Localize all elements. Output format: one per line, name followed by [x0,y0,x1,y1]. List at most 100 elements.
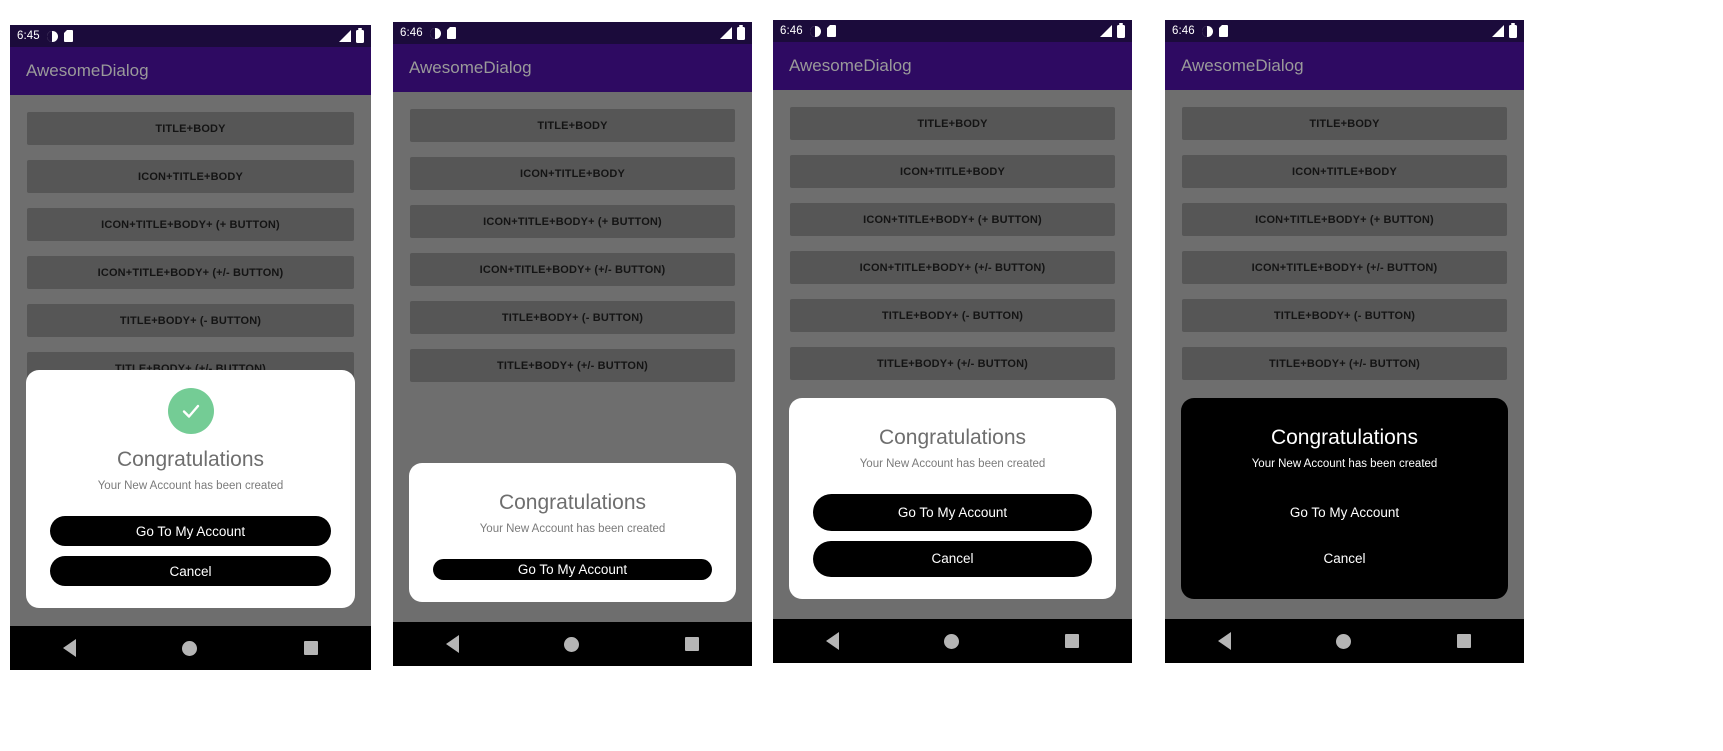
home-circle-icon[interactable] [564,636,580,652]
option-button-title-body[interactable]: TITLE+BODY [790,107,1115,140]
app-bar-2: AwesomeDialog [393,44,752,92]
nav-bar-1 [10,626,371,670]
app-bar-4: AwesomeDialog [1165,42,1524,90]
option-button-title-body[interactable]: TITLE+BODY [27,112,354,145]
screen-content-2: TITLE+BODY ICON+TITLE+BODY ICON+TITLE+BO… [393,92,752,622]
option-button-title-body[interactable]: TITLE+BODY [1182,107,1507,140]
battery-icon [1509,22,1517,38]
status-left-icons [46,30,73,42]
phone-screen-2: 6:46 AwesomeDialog TITLE+BODY ICON+TITLE… [393,22,752,666]
option-button-title-body-minus[interactable]: TITLE+BODY+ (- BUTTON) [1182,299,1507,332]
option-button-icon-title-body-plus[interactable]: ICON+TITLE+BODY+ (+ BUTTON) [410,205,735,238]
go-to-my-account-button[interactable]: Go To My Account [1205,494,1484,531]
status-right-icons [1492,22,1517,38]
app-bar-1: AwesomeDialog [10,47,371,95]
status-left-icons [809,25,836,37]
signal-icon [720,27,732,39]
option-button-icon-title-body-plus[interactable]: ICON+TITLE+BODY+ (+ BUTTON) [27,208,354,241]
status-bar-1: 6:45 [10,25,371,47]
dialog-body: Your New Account has been created [859,458,1046,470]
status-right-icons [339,27,364,43]
app-bar-3: AwesomeDialog [773,42,1132,90]
nav-bar-3 [773,619,1132,663]
status-bar-3: 6:46 [773,20,1132,42]
app-title: AwesomeDialog [26,61,149,80]
clock-icon [1201,25,1213,37]
status-time: 6:46 [400,27,423,39]
go-to-my-account-button[interactable]: Go To My Account [433,559,712,580]
recents-square-icon[interactable] [303,641,318,655]
option-button-title-body-minus[interactable]: TITLE+BODY+ (- BUTTON) [410,301,735,334]
cancel-button[interactable]: Cancel [1205,540,1484,577]
phone-screen-4: 6:46 AwesomeDialog TITLE+BODY ICON+TITLE… [1165,20,1524,663]
back-triangle-icon[interactable] [825,632,839,650]
clock-icon [429,27,441,39]
signal-icon [339,30,351,42]
home-circle-icon[interactable] [944,633,960,649]
sd-card-icon [446,27,456,39]
phone-screen-3: 6:46 AwesomeDialog TITLE+BODY ICON+TITLE… [773,20,1132,663]
option-button-icon-title-body-plusminus[interactable]: ICON+TITLE+BODY+ (+/- BUTTON) [410,253,735,286]
back-triangle-icon[interactable] [1217,632,1231,650]
battery-icon [356,27,364,43]
dialog-title: Congratulations [116,448,265,471]
option-button-icon-title-body[interactable]: ICON+TITLE+BODY [1182,155,1507,188]
app-title: AwesomeDialog [1181,56,1304,75]
back-triangle-icon[interactable] [63,639,77,657]
dialog-body: Your New Account has been created [97,480,284,492]
home-circle-icon[interactable] [1336,633,1352,649]
check-icon [167,388,214,434]
clock-icon [809,25,821,37]
dialog-title: Congratulations [498,491,647,514]
option-button-title-body-plusminus[interactable]: TITLE+BODY+ (+/- BUTTON) [410,349,735,382]
go-to-my-account-button[interactable]: Go To My Account [50,516,331,546]
awesome-dialog-3: Congratulations Your New Account has bee… [789,398,1116,599]
dialog-title: Congratulations [1270,426,1419,449]
screen-content-3: TITLE+BODY ICON+TITLE+BODY ICON+TITLE+BO… [773,90,1132,619]
option-button-icon-title-body[interactable]: ICON+TITLE+BODY [790,155,1115,188]
sd-card-icon [826,25,836,37]
battery-icon [1117,22,1125,38]
option-button-icon-title-body-plus[interactable]: ICON+TITLE+BODY+ (+ BUTTON) [1182,203,1507,236]
nav-bar-2 [393,622,752,666]
recents-square-icon[interactable] [1065,634,1080,648]
option-button-icon-title-body-plusminus[interactable]: ICON+TITLE+BODY+ (+/- BUTTON) [790,251,1115,284]
home-circle-icon[interactable] [182,640,198,656]
sd-card-icon [1218,25,1228,37]
signal-icon [1100,25,1112,37]
option-button-icon-title-body-plus[interactable]: ICON+TITLE+BODY+ (+ BUTTON) [790,203,1115,236]
screen-content-4: TITLE+BODY ICON+TITLE+BODY ICON+TITLE+BO… [1165,90,1524,619]
status-bar-4: 6:46 [1165,20,1524,42]
status-time: 6:46 [780,25,803,37]
status-time: 6:46 [1172,25,1195,37]
app-title: AwesomeDialog [409,58,532,77]
recents-square-icon[interactable] [685,637,700,651]
back-triangle-icon[interactable] [445,635,459,653]
dialog-body: Your New Account has been created [1251,458,1438,470]
option-button-title-body-minus[interactable]: TITLE+BODY+ (- BUTTON) [790,299,1115,332]
option-button-title-body[interactable]: TITLE+BODY [410,109,735,142]
dialog-title: Congratulations [878,426,1027,449]
battery-icon [737,24,745,40]
option-button-title-body-plusminus[interactable]: TITLE+BODY+ (+/- BUTTON) [1182,347,1507,380]
option-button-icon-title-body-plusminus[interactable]: ICON+TITLE+BODY+ (+/- BUTTON) [27,256,354,289]
option-button-title-body-plusminus[interactable]: TITLE+BODY+ (+/- BUTTON) [790,347,1115,380]
cancel-button[interactable]: Cancel [50,556,331,586]
option-button-icon-title-body[interactable]: ICON+TITLE+BODY [27,160,354,193]
go-to-my-account-button[interactable]: Go To My Account [813,494,1092,531]
option-button-icon-title-body[interactable]: ICON+TITLE+BODY [410,157,735,190]
dialog-body: Your New Account has been created [479,523,666,535]
nav-bar-4 [1165,619,1524,663]
option-button-title-body-minus[interactable]: TITLE+BODY+ (- BUTTON) [27,304,354,337]
sd-card-icon [63,30,73,42]
option-button-icon-title-body-plusminus[interactable]: ICON+TITLE+BODY+ (+/- BUTTON) [1182,251,1507,284]
status-left-icons [429,27,456,39]
recents-square-icon[interactable] [1457,634,1472,648]
awesome-dialog-4: Congratulations Your New Account has bee… [1181,398,1508,599]
phone-screen-1: 6:45 AwesomeDialog TITLE+BODY ICON+TITLE… [10,25,371,670]
status-right-icons [1100,22,1125,38]
screenshot-canvas: 6:45 AwesomeDialog TITLE+BODY ICON+TITLE… [0,0,1723,751]
signal-icon [1492,25,1504,37]
cancel-button[interactable]: Cancel [813,540,1092,577]
status-left-icons [1201,25,1228,37]
